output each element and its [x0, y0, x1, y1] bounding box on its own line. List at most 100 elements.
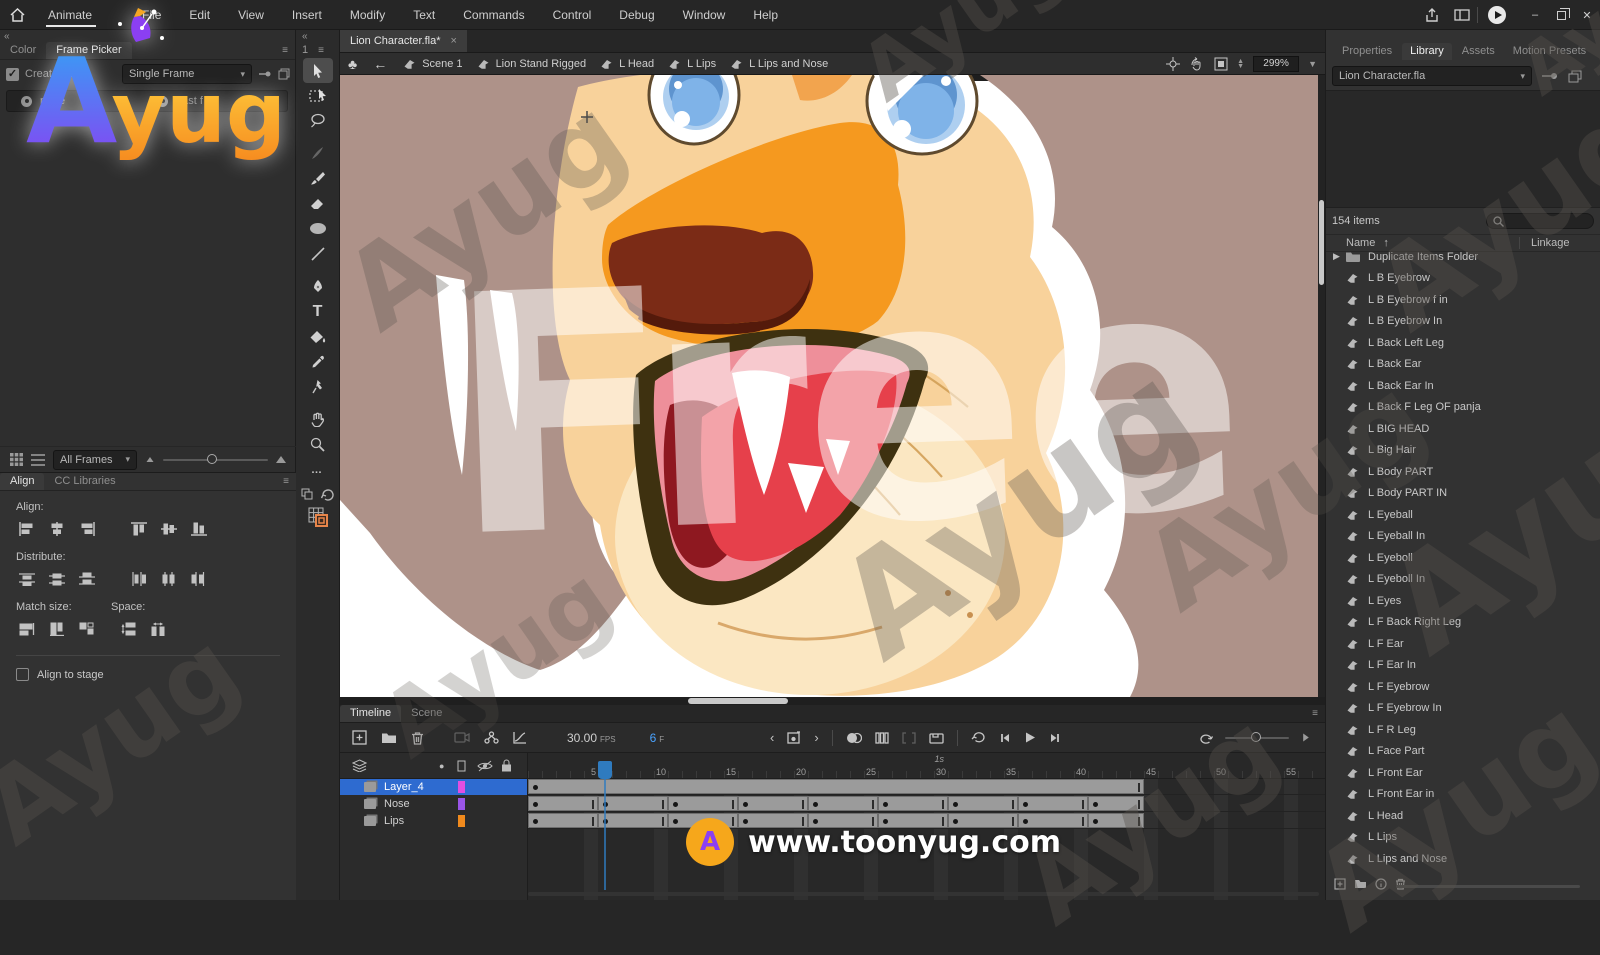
zoom-level-input[interactable]: 299% — [1253, 56, 1299, 72]
menu-item[interactable]: Commands — [449, 0, 538, 29]
onion-skin-icon[interactable] — [846, 732, 862, 744]
menu-item[interactable]: Modify — [336, 0, 399, 29]
lock-icon[interactable] — [501, 759, 512, 772]
current-frame-value[interactable]: 6 — [650, 731, 657, 745]
onion-outline-icon[interactable] — [875, 732, 889, 744]
layer-outline-color[interactable] — [458, 781, 465, 793]
align-right-button[interactable] — [76, 519, 98, 539]
library-item-row[interactable]: ▶ L F Eyebrow In — [1326, 698, 1600, 720]
tab-close-icon[interactable]: × — [451, 35, 457, 47]
library-document-dropdown[interactable]: Lion Character.fla▾ — [1332, 66, 1532, 86]
breadcrumb-item[interactable]: L Lips — [668, 58, 716, 70]
snap-to-objects-icon[interactable] — [301, 488, 315, 501]
collapse-tools-icon[interactable]: « — [302, 31, 307, 42]
library-scrollbar[interactable] — [1396, 885, 1580, 888]
library-item-row[interactable]: ▶ L Eyeboll In — [1326, 569, 1600, 591]
oval-tool[interactable] — [303, 216, 333, 241]
library-item-row[interactable]: ▶ L F Ear In — [1326, 655, 1600, 677]
restore-button[interactable] — [1548, 0, 1574, 30]
step-forward-icon[interactable] — [1049, 732, 1061, 744]
tab-frame-picker[interactable]: Frame Picker — [46, 42, 131, 59]
menu-item[interactable]: Control — [539, 0, 606, 29]
line-tool[interactable] — [303, 241, 333, 266]
layer-outline-color[interactable] — [458, 798, 465, 810]
eyedropper-tool[interactable] — [303, 349, 333, 374]
delete-icon[interactable] — [411, 731, 424, 745]
tab-library[interactable]: Library — [1402, 43, 1452, 60]
edit-multiple-frames-icon[interactable] — [902, 732, 916, 744]
symbol-clover-icon[interactable]: ♣ — [348, 56, 357, 72]
center-frame-icon[interactable] — [1166, 57, 1180, 71]
tab-timeline[interactable]: Timeline — [340, 705, 401, 722]
library-item-row[interactable]: ▶ L Eyeboll — [1326, 547, 1600, 569]
prev-keyframe-icon[interactable]: ‹ — [770, 730, 774, 745]
layer-frames-row[interactable] — [528, 796, 1325, 812]
thumbnail-size-slider[interactable] — [163, 459, 268, 461]
camera-icon[interactable] — [454, 732, 470, 743]
reset-timeline-zoom-icon[interactable] — [1199, 732, 1213, 744]
selection-tool[interactable] — [303, 58, 333, 83]
align-top-button[interactable] — [128, 519, 150, 539]
link-icon[interactable] — [258, 69, 272, 79]
rotate-icon[interactable] — [321, 488, 334, 501]
tab-align[interactable]: Align — [0, 473, 44, 490]
playhead[interactable] — [598, 761, 612, 779]
play-icon[interactable] — [1024, 731, 1036, 744]
library-item-row[interactable]: ▶ L F Eyebrow — [1326, 676, 1600, 698]
item-properties-icon[interactable] — [1375, 878, 1387, 890]
frames-grid[interactable]: 510152025303540455055 1s — [528, 753, 1325, 900]
menu-item[interactable]: Insert — [278, 0, 336, 29]
zoom-dropdown-icon[interactable]: ▼ — [1308, 59, 1317, 69]
loop-mode-dropdown[interactable]: Single Frame▾ — [122, 64, 252, 84]
graph-editor-icon[interactable] — [513, 731, 527, 744]
match-both-button[interactable] — [76, 619, 98, 639]
library-item-row[interactable]: ▶ L Eyeball In — [1326, 526, 1600, 548]
loop-icon[interactable] — [971, 731, 986, 744]
library-item-row[interactable]: ▶ L B Eyebrow In — [1326, 311, 1600, 333]
layer-frames[interactable] — [528, 779, 1325, 900]
show-all-dot-icon[interactable]: ● — [439, 761, 444, 771]
tab-properties[interactable]: Properties — [1334, 43, 1400, 60]
match-height-button[interactable] — [46, 619, 68, 639]
library-item-row[interactable]: ▶ L B Eyebrow f in — [1326, 289, 1600, 311]
distribute-top-button[interactable] — [16, 569, 38, 589]
library-item-row[interactable]: ▶ L B Eyebrow — [1326, 268, 1600, 290]
vertical-scrollbar[interactable] — [1318, 75, 1325, 697]
pin-library-icon[interactable] — [1542, 72, 1558, 80]
list-view-icon[interactable] — [31, 454, 45, 466]
library-item-row[interactable]: ▶ L Back Ear — [1326, 354, 1600, 376]
asset-warp-tool[interactable] — [303, 374, 333, 399]
free-transform-tool[interactable] — [303, 83, 333, 108]
library-item-row[interactable]: ▶ L Head — [1326, 805, 1600, 827]
new-frame-icon[interactable] — [352, 730, 367, 745]
lasso-tool[interactable] — [303, 108, 333, 133]
grid-view-icon[interactable] — [10, 453, 23, 466]
rotate-canvas-icon[interactable] — [1189, 57, 1205, 71]
horizontal-scrollbar[interactable] — [340, 697, 1325, 705]
zoom-tool[interactable] — [303, 432, 333, 457]
layer-name-row[interactable]: Layer_4 — [340, 779, 527, 795]
timeline-zoom-slider[interactable] — [1225, 737, 1289, 739]
text-tool[interactable]: T — [303, 299, 333, 324]
menu-item[interactable]: Help — [739, 0, 792, 29]
library-item-row[interactable]: ▶ L Back Left Leg — [1326, 332, 1600, 354]
timeline-menu-icon[interactable]: ≡ — [1312, 708, 1319, 719]
minimize-button[interactable]: – — [1522, 0, 1548, 30]
eraser-tool[interactable] — [303, 191, 333, 216]
edit-toolbar-button[interactable]: … — [303, 457, 333, 482]
collapse-panel-icon[interactable]: « — [4, 31, 9, 42]
distribute-right-button[interactable] — [188, 569, 210, 589]
paint-bucket-tool[interactable] — [303, 324, 333, 349]
align-center-v-button[interactable] — [158, 519, 180, 539]
workspace-icon[interactable] — [1447, 0, 1477, 30]
back-arrow-icon[interactable]: ← — [373, 56, 387, 72]
test-movie-button[interactable] — [1488, 6, 1506, 24]
library-item-row[interactable]: ▶ L Lips — [1326, 827, 1600, 849]
menu-item[interactable]: View — [224, 0, 278, 29]
library-item-row[interactable]: ▶ L Lips and Nose — [1326, 848, 1600, 870]
menu-item[interactable]: File — [128, 0, 175, 29]
document-tab[interactable]: Lion Character.fla* × — [340, 30, 467, 52]
tab-scene[interactable]: Scene — [401, 705, 452, 722]
menu-item[interactable]: Animate — [34, 0, 114, 29]
space-vertical-button[interactable] — [118, 619, 140, 639]
